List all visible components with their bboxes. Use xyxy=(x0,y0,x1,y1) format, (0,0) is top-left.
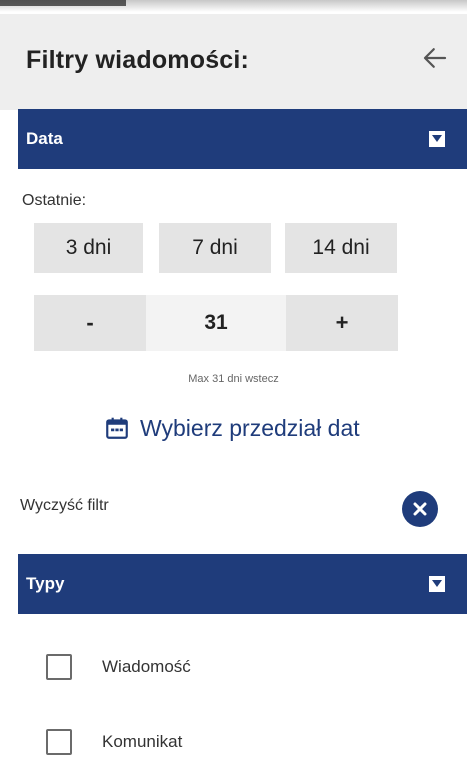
clear-filter-button[interactable] xyxy=(402,491,438,527)
checkbox[interactable] xyxy=(46,654,72,680)
type-option-label: Wiadomość xyxy=(102,657,191,676)
increment-button[interactable]: + xyxy=(286,295,398,351)
type-option-label: Komunikat xyxy=(102,732,183,751)
arrow-left-icon xyxy=(423,48,447,68)
max-days-note: Max 31 dni wstecz xyxy=(188,373,279,385)
section-header-data[interactable]: Data xyxy=(18,109,467,169)
triangle-down-icon xyxy=(432,135,442,142)
section-header-typy[interactable]: Typy xyxy=(18,554,467,614)
calendar-icon xyxy=(106,417,128,439)
choose-date-range-button[interactable]: Wybierz przedział dat xyxy=(104,410,360,446)
recent-label: Ostatnie: xyxy=(22,192,87,209)
collapse-toggle-data[interactable] xyxy=(429,131,445,147)
section-label-data: Data xyxy=(26,129,63,148)
page-title: Filtry wiadomości: xyxy=(26,46,250,74)
days-stepper: - 31 + xyxy=(34,295,398,351)
checkbox[interactable] xyxy=(46,729,72,755)
clear-filter-label: Wyczyść filtr xyxy=(20,497,109,514)
decrement-button[interactable]: - xyxy=(34,295,146,351)
choose-date-range-label: Wybierz przedział dat xyxy=(140,414,360,441)
type-option-wiadomosc[interactable]: Wiadomość xyxy=(46,652,191,682)
top-edge xyxy=(0,0,467,14)
type-option-komunikat[interactable]: Komunikat xyxy=(46,727,182,757)
section-label-typy: Typy xyxy=(26,574,65,593)
top-dark-strip xyxy=(0,0,126,6)
back-button[interactable] xyxy=(417,40,453,76)
collapse-toggle-typy[interactable] xyxy=(429,576,445,592)
range-3-days-button[interactable]: 3 dni xyxy=(34,223,143,273)
range-14-days-button[interactable]: 14 dni xyxy=(285,223,397,273)
filter-header: Filtry wiadomości: xyxy=(0,14,467,110)
range-7-days-button[interactable]: 7 dni xyxy=(159,223,271,273)
days-value[interactable]: 31 xyxy=(146,295,286,351)
triangle-down-icon xyxy=(432,580,442,587)
close-icon xyxy=(413,502,427,516)
